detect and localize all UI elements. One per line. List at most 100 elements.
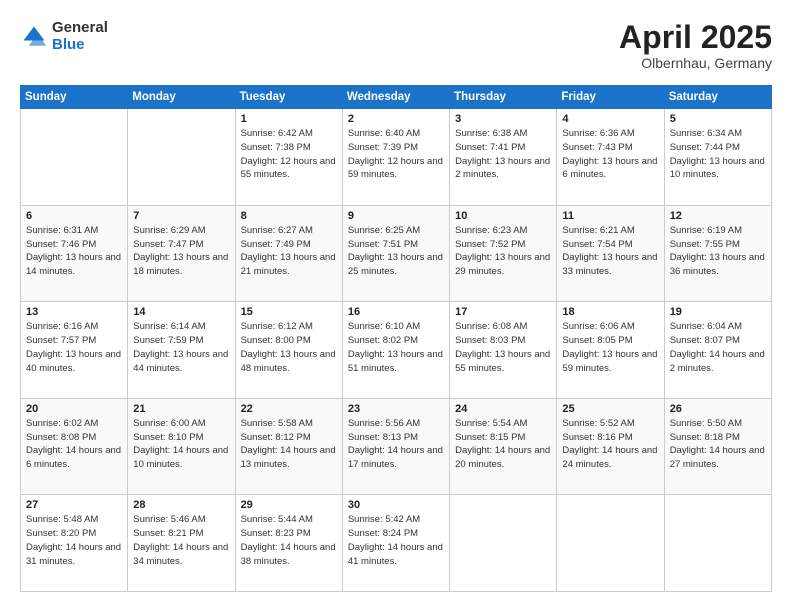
calendar-cell: 13Sunrise: 6:16 AM Sunset: 7:57 PM Dayli… (21, 302, 128, 399)
day-number: 2 (348, 113, 444, 125)
calendar-cell: 10 Sunrise: 6:23 AM Sunset: 7:52 PM Dayli… (450, 205, 557, 302)
calendar-cell: 20 Sunrise: 6:02 AM Sunset: 8:08 PM Dayli… (21, 398, 128, 495)
cell-sun-info: Sunrise: 6:25 AM Sunset: 7:51 PM Dayligh… (348, 224, 444, 279)
day-number: 4 (562, 113, 658, 125)
logo-text: General Blue (52, 20, 108, 53)
day-number: 7 (133, 210, 229, 222)
day-number: 1 (241, 113, 337, 125)
cell-sun-info: Sunrise: 6:40 AM Sunset: 7:39 PM Dayligh… (348, 127, 444, 182)
calendar-cell (21, 109, 128, 206)
calendar-cell: 24Sunrise: 5:54 AM Sunset: 8:15 PM Dayli… (450, 398, 557, 495)
day-number: 9 (348, 210, 444, 222)
cell-sun-info: Sunrise: 6:04 AM Sunset: 8:07 PM Dayligh… (670, 320, 766, 375)
calendar-cell: 9 Sunrise: 6:25 AM Sunset: 7:51 PM Daylig… (342, 205, 449, 302)
calendar-cell: 29 Sunrise: 5:44 AM Sunset: 8:23 PM Dayli… (235, 495, 342, 592)
cell-sun-info: Sunrise: 6:06 AM Sunset: 8:05 PM Dayligh… (562, 320, 658, 375)
cell-sun-info: Sunrise: 6:36 AM Sunset: 7:43 PM Dayligh… (562, 127, 658, 182)
calendar-cell: 14Sunrise: 6:14 AM Sunset: 7:59 PM Dayli… (128, 302, 235, 399)
cell-sun-info: Sunrise: 6:02 AM Sunset: 8:08 PM Dayligh… (26, 417, 122, 472)
day-number: 21 (133, 403, 229, 415)
day-number: 10 (455, 210, 551, 222)
calendar-week-row: 1 Sunrise: 6:42 AM Sunset: 7:38 PM Daylig… (21, 109, 772, 206)
day-number: 26 (670, 403, 766, 415)
calendar-cell: 30Sunrise: 5:42 AM Sunset: 8:24 PM Dayli… (342, 495, 449, 592)
calendar-cell (128, 109, 235, 206)
calendar-cell: 11Sunrise: 6:21 AM Sunset: 7:54 PM Dayli… (557, 205, 664, 302)
weekday-header-monday: Monday (128, 86, 235, 109)
day-number: 8 (241, 210, 337, 222)
logo-icon (20, 23, 48, 51)
calendar-cell: 27Sunrise: 5:48 AM Sunset: 8:20 PM Dayli… (21, 495, 128, 592)
day-number: 28 (133, 499, 229, 511)
calendar-cell: 6 Sunrise: 6:31 AM Sunset: 7:46 PM Daylig… (21, 205, 128, 302)
cell-sun-info: Sunrise: 6:00 AM Sunset: 8:10 PM Dayligh… (133, 417, 229, 472)
cell-sun-info: Sunrise: 6:21 AM Sunset: 7:54 PM Dayligh… (562, 224, 658, 279)
calendar-cell (450, 495, 557, 592)
calendar-cell: 7Sunrise: 6:29 AM Sunset: 7:47 PM Daylig… (128, 205, 235, 302)
weekday-header-tuesday: Tuesday (235, 86, 342, 109)
cell-sun-info: Sunrise: 6:19 AM Sunset: 7:55 PM Dayligh… (670, 224, 766, 279)
cell-sun-info: Sunrise: 6:16 AM Sunset: 7:57 PM Dayligh… (26, 320, 122, 375)
calendar-cell: 2 Sunrise: 6:40 AM Sunset: 7:39 PM Daylig… (342, 109, 449, 206)
calendar-cell: 12 Sunrise: 6:19 AM Sunset: 7:55 PM Dayli… (664, 205, 771, 302)
location-subtitle: Olbernhau, Germany (619, 55, 772, 71)
calendar-cell: 21 Sunrise: 6:00 AM Sunset: 8:10 PM Dayli… (128, 398, 235, 495)
calendar-week-row: 27Sunrise: 5:48 AM Sunset: 8:20 PM Dayli… (21, 495, 772, 592)
cell-sun-info: Sunrise: 5:56 AM Sunset: 8:13 PM Dayligh… (348, 417, 444, 472)
cell-sun-info: Sunrise: 6:34 AM Sunset: 7:44 PM Dayligh… (670, 127, 766, 182)
calendar-cell (664, 495, 771, 592)
day-number: 3 (455, 113, 551, 125)
calendar-cell: 23 Sunrise: 5:56 AM Sunset: 8:13 PM Dayli… (342, 398, 449, 495)
calendar-cell: 22 Sunrise: 5:58 AM Sunset: 8:12 PM Dayli… (235, 398, 342, 495)
calendar-week-row: 13Sunrise: 6:16 AM Sunset: 7:57 PM Dayli… (21, 302, 772, 399)
day-number: 29 (241, 499, 337, 511)
day-number: 23 (348, 403, 444, 415)
day-number: 22 (241, 403, 337, 415)
cell-sun-info: Sunrise: 6:38 AM Sunset: 7:41 PM Dayligh… (455, 127, 551, 182)
calendar-cell: 28 Sunrise: 5:46 AM Sunset: 8:21 PM Dayli… (128, 495, 235, 592)
day-number: 17 (455, 306, 551, 318)
calendar-cell (557, 495, 664, 592)
month-year-title: April 2025 (619, 20, 772, 55)
day-number: 24 (455, 403, 551, 415)
title-block: April 2025 Olbernhau, Germany (619, 20, 772, 71)
logo-blue-text: Blue (52, 37, 108, 54)
cell-sun-info: Sunrise: 5:52 AM Sunset: 8:16 PM Dayligh… (562, 417, 658, 472)
cell-sun-info: Sunrise: 6:12 AM Sunset: 8:00 PM Dayligh… (241, 320, 337, 375)
day-number: 25 (562, 403, 658, 415)
cell-sun-info: Sunrise: 6:14 AM Sunset: 7:59 PM Dayligh… (133, 320, 229, 375)
cell-sun-info: Sunrise: 6:10 AM Sunset: 8:02 PM Dayligh… (348, 320, 444, 375)
cell-sun-info: Sunrise: 6:23 AM Sunset: 7:52 PM Dayligh… (455, 224, 551, 279)
weekday-header-row: SundayMondayTuesdayWednesdayThursdayFrid… (21, 86, 772, 109)
cell-sun-info: Sunrise: 5:50 AM Sunset: 8:18 PM Dayligh… (670, 417, 766, 472)
day-number: 12 (670, 210, 766, 222)
calendar-cell: 19Sunrise: 6:04 AM Sunset: 8:07 PM Dayli… (664, 302, 771, 399)
cell-sun-info: Sunrise: 6:42 AM Sunset: 7:38 PM Dayligh… (241, 127, 337, 182)
cell-sun-info: Sunrise: 5:42 AM Sunset: 8:24 PM Dayligh… (348, 513, 444, 568)
calendar-week-row: 6 Sunrise: 6:31 AM Sunset: 7:46 PM Daylig… (21, 205, 772, 302)
cell-sun-info: Sunrise: 6:31 AM Sunset: 7:46 PM Dayligh… (26, 224, 122, 279)
calendar-cell: 16 Sunrise: 6:10 AM Sunset: 8:02 PM Dayli… (342, 302, 449, 399)
cell-sun-info: Sunrise: 5:46 AM Sunset: 8:21 PM Dayligh… (133, 513, 229, 568)
calendar-cell: 15Sunrise: 6:12 AM Sunset: 8:00 PM Dayli… (235, 302, 342, 399)
day-number: 16 (348, 306, 444, 318)
day-number: 5 (670, 113, 766, 125)
page: General Blue April 2025 Olbernhau, Germa… (0, 0, 792, 612)
header: General Blue April 2025 Olbernhau, Germa… (20, 20, 772, 71)
weekday-header-friday: Friday (557, 86, 664, 109)
cell-sun-info: Sunrise: 6:08 AM Sunset: 8:03 PM Dayligh… (455, 320, 551, 375)
cell-sun-info: Sunrise: 5:58 AM Sunset: 8:12 PM Dayligh… (241, 417, 337, 472)
cell-sun-info: Sunrise: 5:44 AM Sunset: 8:23 PM Dayligh… (241, 513, 337, 568)
cell-sun-info: Sunrise: 5:48 AM Sunset: 8:20 PM Dayligh… (26, 513, 122, 568)
day-number: 20 (26, 403, 122, 415)
day-number: 6 (26, 210, 122, 222)
calendar-cell: 17 Sunrise: 6:08 AM Sunset: 8:03 PM Dayli… (450, 302, 557, 399)
calendar-cell: 25 Sunrise: 5:52 AM Sunset: 8:16 PM Dayli… (557, 398, 664, 495)
calendar-cell: 1 Sunrise: 6:42 AM Sunset: 7:38 PM Daylig… (235, 109, 342, 206)
calendar-week-row: 20 Sunrise: 6:02 AM Sunset: 8:08 PM Dayli… (21, 398, 772, 495)
calendar-cell: 26 Sunrise: 5:50 AM Sunset: 8:18 PM Dayli… (664, 398, 771, 495)
calendar-cell: 5 Sunrise: 6:34 AM Sunset: 7:44 PM Daylig… (664, 109, 771, 206)
calendar-table: SundayMondayTuesdayWednesdayThursdayFrid… (20, 85, 772, 592)
calendar-cell: 8Sunrise: 6:27 AM Sunset: 7:49 PM Daylig… (235, 205, 342, 302)
weekday-header-thursday: Thursday (450, 86, 557, 109)
